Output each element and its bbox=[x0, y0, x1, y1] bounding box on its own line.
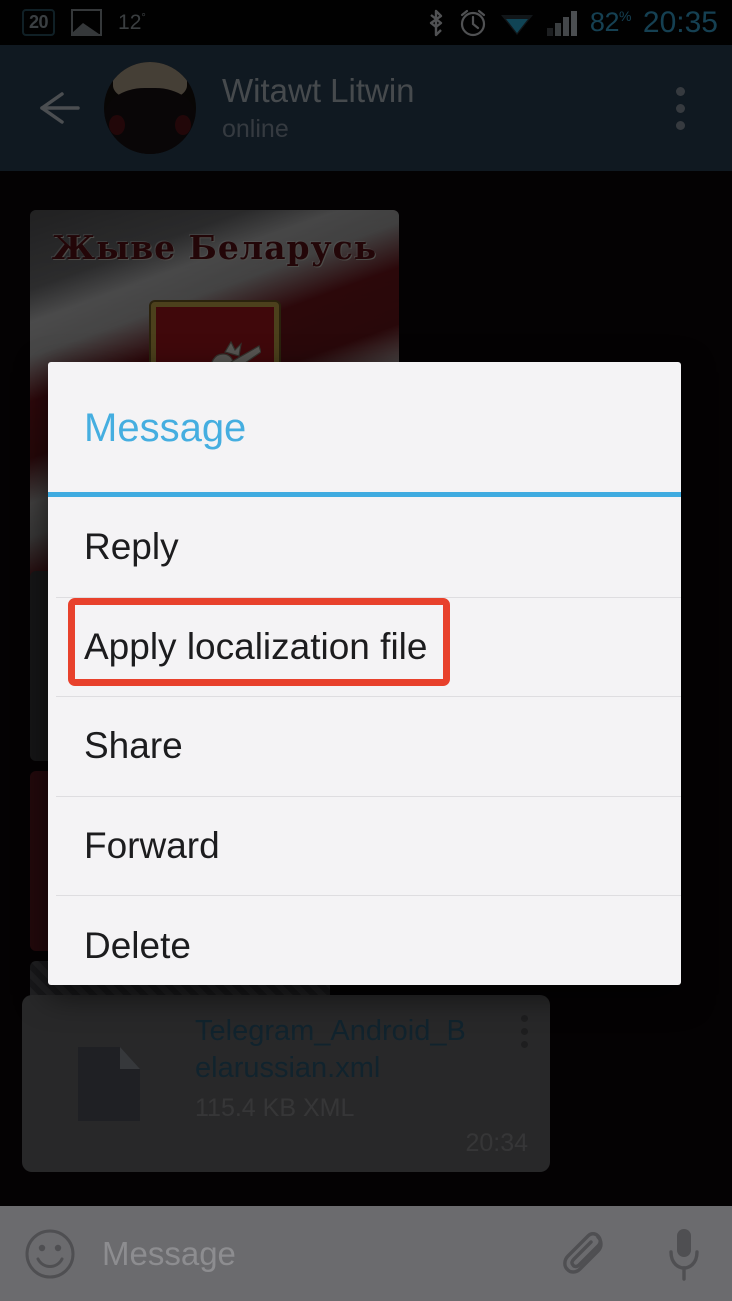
menu-item-label: Delete bbox=[84, 924, 191, 966]
dialog-menu-list: Reply Apply localization file Share Forw… bbox=[48, 497, 681, 985]
emoji-smiley-icon[interactable] bbox=[24, 1228, 76, 1280]
message-input[interactable]: Message bbox=[102, 1235, 562, 1273]
microphone-icon[interactable] bbox=[666, 1226, 702, 1282]
phone-screen: 20 12° bbox=[0, 0, 732, 1301]
message-context-dialog: Message Reply Apply localization file Sh… bbox=[48, 362, 681, 985]
dialog-title: Message bbox=[84, 406, 247, 450]
menu-item-label: Reply bbox=[84, 526, 179, 568]
menu-item-label: Forward bbox=[84, 825, 220, 867]
menu-item-forward[interactable]: Forward bbox=[48, 795, 681, 896]
menu-item-share[interactable]: Share bbox=[48, 696, 681, 796]
message-input-bar: Message bbox=[0, 1206, 732, 1301]
paperclip-icon[interactable] bbox=[562, 1227, 612, 1281]
menu-item-reply[interactable]: Reply bbox=[48, 497, 681, 597]
menu-item-delete[interactable]: Delete bbox=[48, 895, 681, 985]
menu-item-apply-localization-file[interactable]: Apply localization file bbox=[48, 596, 681, 697]
menu-item-label: Share bbox=[84, 725, 183, 767]
menu-item-label: Apply localization file bbox=[84, 625, 428, 667]
